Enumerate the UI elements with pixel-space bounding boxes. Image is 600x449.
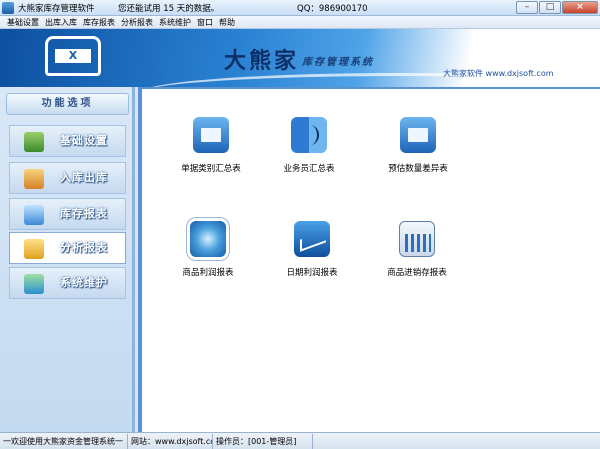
status-website: 网站：www.dxjsoft.com	[128, 434, 213, 449]
window-controls: – □ ×	[515, 1, 598, 15]
menu-basic-settings[interactable]: 基础设置	[4, 16, 42, 28]
report-tile-quantity-variance[interactable]: 预估数量差异表	[373, 117, 463, 187]
sidebar-item-stock-reports[interactable]: 库存报表	[9, 198, 126, 230]
title-bar: 大熊家库存管理软件 您还能试用 15 天的数据。 QQ：986900170 – …	[0, 0, 600, 16]
report-tile-document-category[interactable]: 单据类别汇总表	[166, 117, 256, 187]
tile-label: 业务员汇总表	[283, 164, 335, 174]
mail-icon	[193, 117, 229, 153]
report-tile-date-profit[interactable]: 日期利润报表	[267, 221, 357, 291]
sidebar-item-analysis-reports[interactable]: 分析报表	[9, 232, 126, 264]
menu-bar: 基础设置 出库入库 库存报表 分析报表 系统维护 窗口 帮助	[0, 16, 600, 29]
header-banner: X 大熊家 库存管理系统 大熊家软件 www.dxjsoft.com	[0, 29, 600, 87]
tile-label: 日期利润报表	[286, 268, 338, 278]
report-tile-product-profit[interactable]: 商品利润报表	[163, 217, 253, 291]
window-title: 大熊家库存管理软件	[18, 4, 95, 14]
sidebar-item-label: 系统维护	[60, 276, 108, 289]
brand-title: 大熊家	[224, 48, 300, 74]
menu-analysis-reports[interactable]: 分析报表	[118, 16, 156, 28]
stack-icon	[24, 205, 44, 225]
sidebar-item-basic-settings[interactable]: 基础设置	[9, 125, 126, 157]
sidebar-item-label: 入库出库	[60, 171, 108, 184]
sidebar-item-label: 分析报表	[60, 241, 108, 254]
report-tile-salesperson[interactable]: 业务员汇总表	[264, 117, 354, 187]
menu-stock-reports[interactable]: 库存报表	[80, 16, 118, 28]
app-icon	[2, 2, 14, 14]
sidebar-item-label: 库存报表	[60, 207, 108, 220]
sidebar-item-label: 基础设置	[60, 134, 108, 147]
tile-label: 商品进销存报表	[387, 268, 447, 278]
bar-chart-icon	[399, 221, 435, 257]
menu-help[interactable]: 帮助	[216, 16, 238, 28]
trial-notice: 您还能试用 15 天的数据。	[118, 4, 220, 14]
line-chart-icon	[294, 221, 330, 257]
tile-label: 预估数量差异表	[388, 164, 448, 174]
analysis-icon	[24, 239, 44, 259]
sidebar-item-system-maintenance[interactable]: 系统维护	[9, 267, 126, 299]
system-icon	[24, 274, 44, 294]
status-empty	[313, 434, 600, 449]
report-tile-purchase-sales-stock[interactable]: 商品进销存报表	[372, 221, 462, 291]
qq-contact: QQ：986900170	[297, 4, 368, 14]
menu-window[interactable]: 窗口	[194, 16, 216, 28]
finder-icon	[291, 117, 327, 153]
menu-stock-in-out[interactable]: 出库入库	[42, 16, 80, 28]
status-marquee: 一欢迎使用大熊家资金管理系统一	[0, 434, 128, 449]
menu-system-maintenance[interactable]: 系统维护	[156, 16, 194, 28]
settings-icon	[24, 132, 44, 152]
status-bar: 一欢迎使用大熊家资金管理系统一 网站：www.dxjsoft.com 操作员：[…	[0, 432, 600, 449]
mail-icon	[400, 117, 436, 153]
sidebar-item-stock-in-out[interactable]: 入库出库	[9, 162, 126, 194]
brand-subtitle: 库存管理系统	[302, 57, 374, 68]
tile-label: 单据类别汇总表	[181, 164, 241, 174]
logo-letter: X	[55, 49, 91, 63]
company-info: 大熊家软件 www.dxjsoft.com	[443, 69, 554, 78]
maximize-button[interactable]: □	[539, 1, 561, 14]
sidebar: 功能选项 基础设置 入库出库 库存报表 分析报表 系统维护	[0, 87, 135, 432]
close-button[interactable]: ×	[562, 1, 598, 14]
compass-icon	[186, 217, 230, 261]
status-operator: 操作员：[001-管理员]	[213, 434, 313, 449]
sidebar-header: 功能选项	[6, 93, 129, 115]
warehouse-icon	[24, 169, 44, 189]
tile-label: 商品利润报表	[182, 268, 234, 278]
minimize-button[interactable]: –	[516, 1, 538, 14]
logo: X	[45, 36, 101, 76]
report-panel: 单据类别汇总表 业务员汇总表 预估数量差异表 商品利润报表 日期利润报表 商品进…	[138, 87, 600, 432]
